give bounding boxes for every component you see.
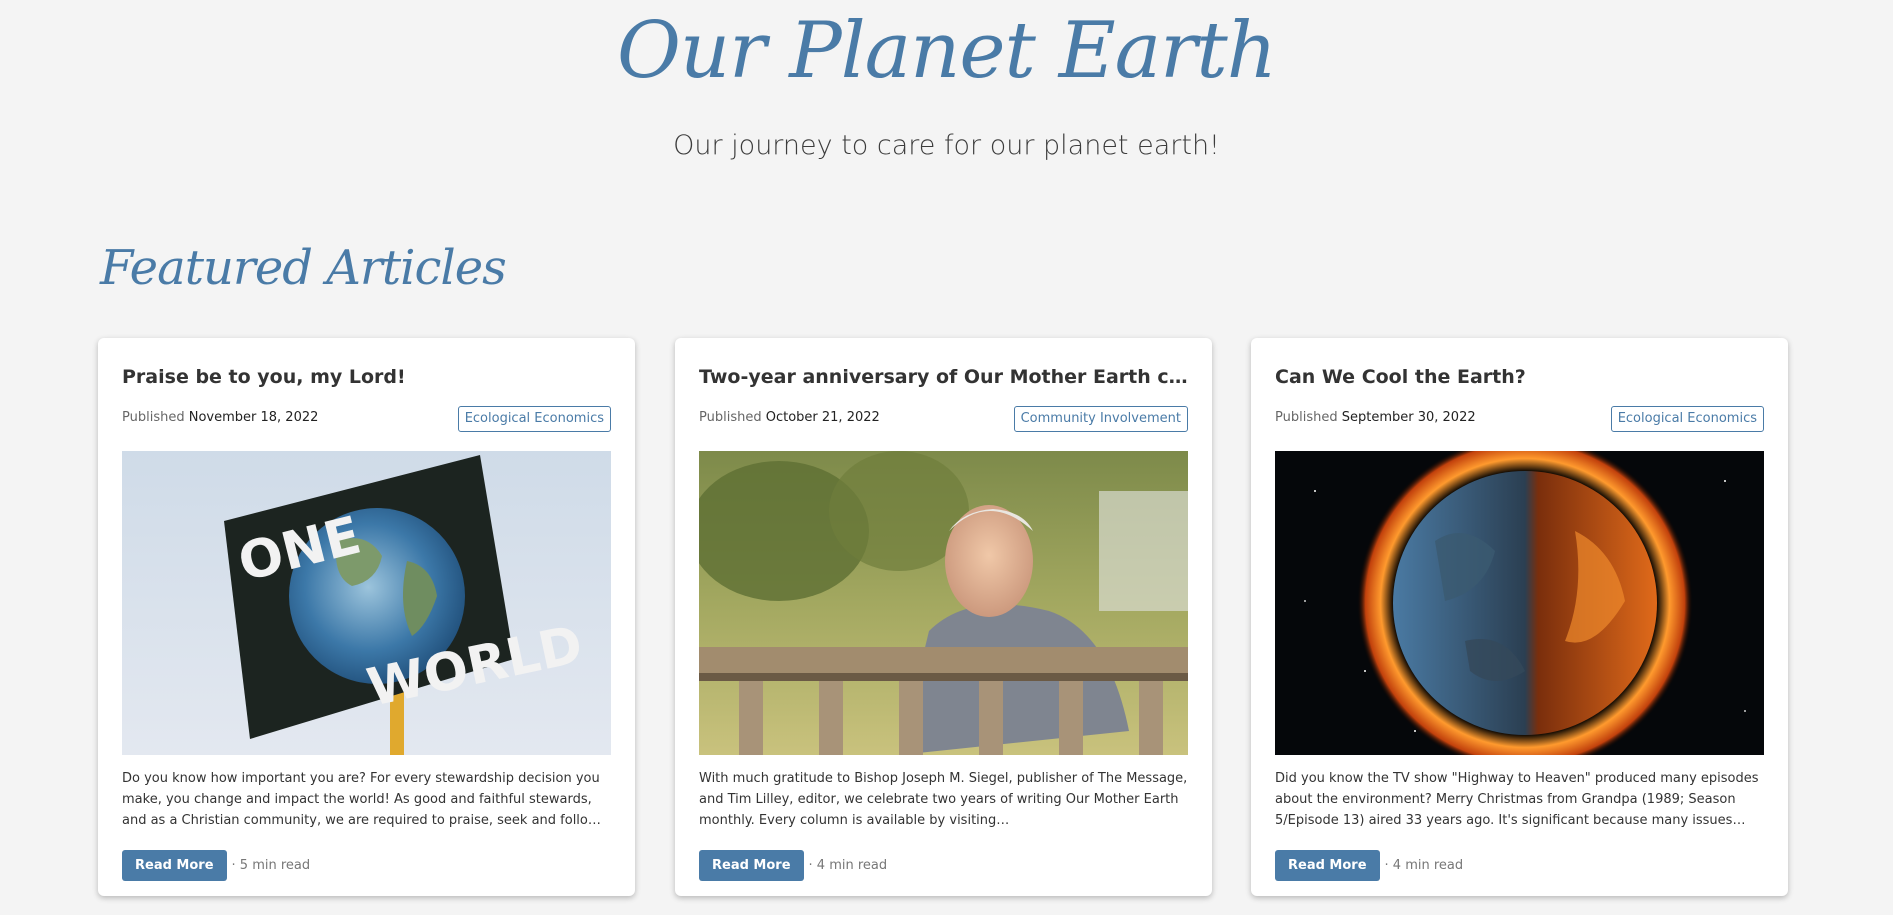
article-title[interactable]: Two-year anniversary of Our Mother Earth… — [699, 366, 1188, 388]
published-label: Published — [699, 410, 762, 425]
category-tag[interactable]: Ecological Economics — [1610, 406, 1764, 432]
article-title[interactable]: Can We Cool the Earth? — [1275, 366, 1764, 388]
one-world-protest-sign-image[interactable]: ONE WORLD — [122, 451, 611, 755]
site-tagline: Our journey to care for our planet earth… — [673, 130, 1220, 161]
featured-articles-heading: Featured Articles — [100, 240, 507, 296]
article-footer: Read More · 4 min read — [699, 850, 887, 881]
article-meta: Published October 21, 2022 — [699, 410, 880, 425]
read-time: · 5 min read — [231, 858, 311, 873]
man-on-bench-photo[interactable] — [699, 451, 1188, 755]
article-footer: Read More · 4 min read — [1275, 850, 1463, 881]
category-tag[interactable]: Ecological Economics — [457, 406, 611, 432]
publish-date: November 18, 2022 — [188, 410, 319, 425]
article-card: Two-year anniversary of Our Mother Earth… — [675, 338, 1212, 896]
burning-earth-image[interactable] — [1275, 451, 1764, 755]
read-more-button[interactable]: Read More — [122, 850, 227, 881]
read-time: · 4 min read — [1384, 858, 1464, 873]
article-footer: Read More · 5 min read — [122, 850, 310, 881]
article-meta: Published November 18, 2022 — [122, 410, 318, 425]
published-label: Published — [1275, 410, 1338, 425]
category-tag[interactable]: Community Involvement — [1013, 406, 1188, 432]
publish-date: October 21, 2022 — [765, 410, 880, 425]
read-more-button[interactable]: Read More — [1275, 850, 1380, 881]
read-more-button[interactable]: Read More — [699, 850, 804, 881]
published-label: Published — [122, 410, 185, 425]
article-title[interactable]: Praise be to you, my Lord! — [122, 366, 611, 388]
article-card: Praise be to you, my Lord! Published Nov… — [98, 338, 635, 896]
article-card: Can We Cool the Earth? Published Septemb… — [1251, 338, 1788, 896]
article-excerpt: Did you know the TV show "Highway to Hea… — [1275, 771, 1759, 828]
publish-date: September 30, 2022 — [1341, 410, 1476, 425]
site-title[interactable]: Our Planet Earth — [0, 6, 1893, 96]
read-time: · 4 min read — [808, 858, 888, 873]
article-excerpt: Do you know how important you are? For e… — [122, 771, 600, 828]
article-meta: Published September 30, 2022 — [1275, 410, 1476, 425]
article-excerpt: With much gratitude to Bishop Joseph M. … — [699, 771, 1188, 828]
